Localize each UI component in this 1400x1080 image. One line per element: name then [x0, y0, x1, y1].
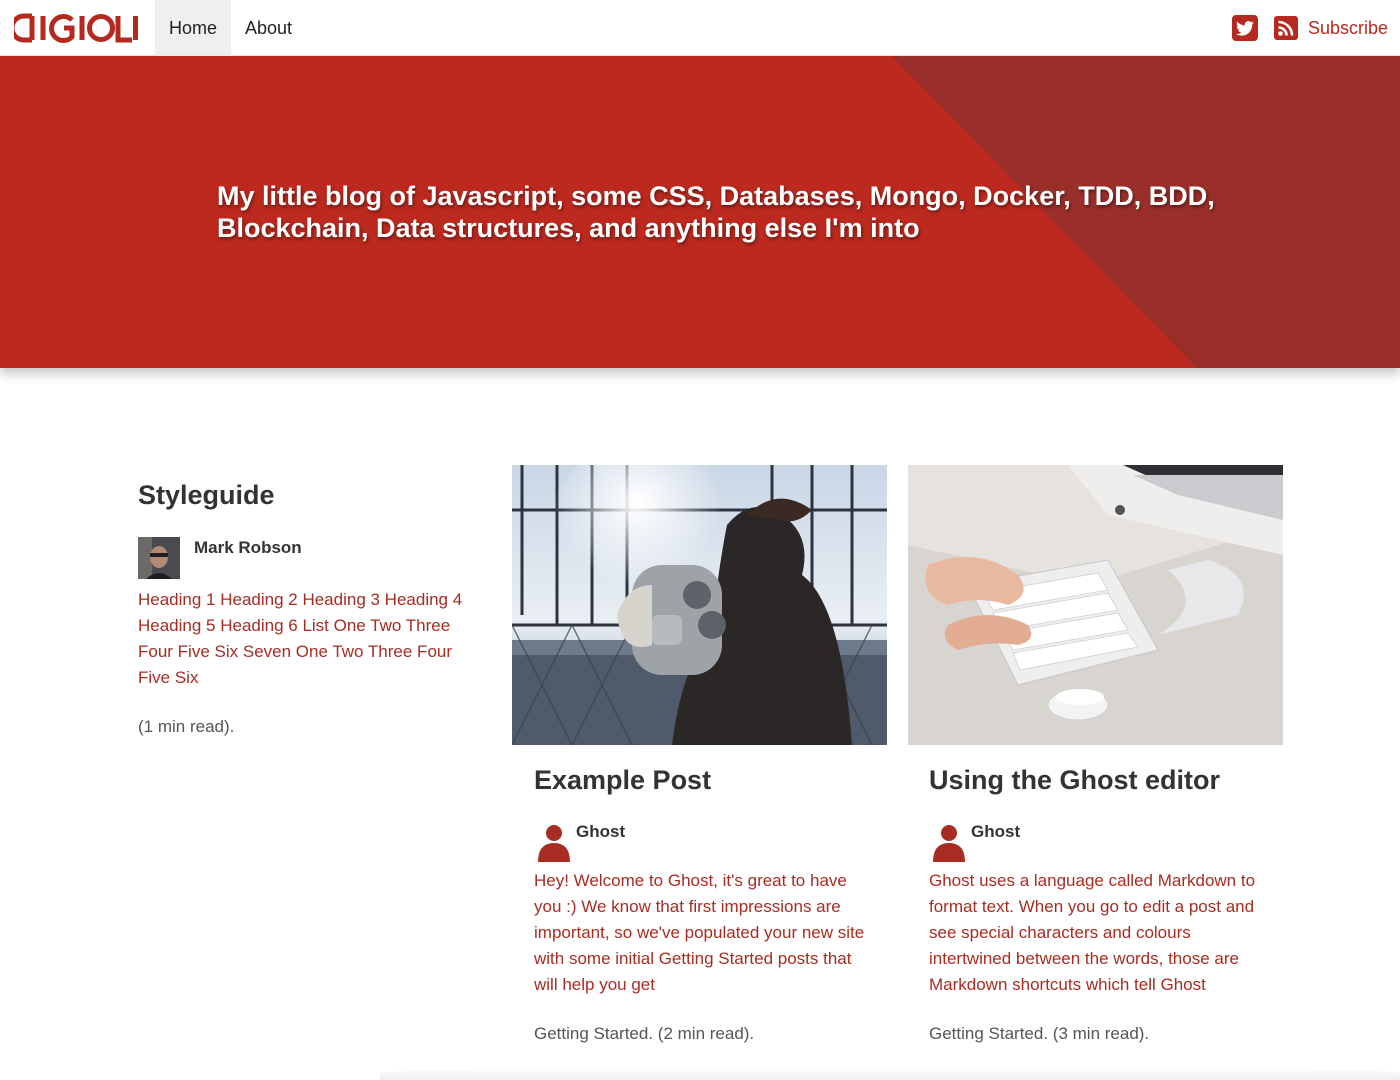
- top-navbar: Home About Subscribe: [0, 0, 1400, 56]
- author-name[interactable]: Ghost: [576, 822, 625, 842]
- post-image-binoculars[interactable]: [512, 465, 887, 745]
- header-actions: Subscribe: [1231, 0, 1388, 56]
- author-name[interactable]: Ghost: [971, 822, 1020, 842]
- post-meta: (1 min read).: [138, 717, 235, 736]
- post-card-ghost-editor: Using the Ghost editor Ghost Ghost uses …: [929, 765, 1264, 1044]
- post-excerpt[interactable]: Heading 1 Heading 2 Heading 3 Heading 4 …: [138, 587, 483, 691]
- author-avatar[interactable]: [138, 537, 180, 579]
- post-meta: Getting Started. (2 min read).: [534, 1024, 755, 1043]
- subscribe-label: Subscribe: [1307, 17, 1388, 38]
- subscribe-link[interactable]: Subscribe: [1273, 16, 1388, 40]
- post-excerpt[interactable]: Ghost uses a language called Markdown to…: [929, 868, 1264, 998]
- author-row: Ghost: [929, 822, 1264, 862]
- site-logo[interactable]: [14, 12, 138, 44]
- bottom-shadow: [380, 1066, 1400, 1080]
- post-card-example-post: Example Post Ghost Hey! Welcome to Ghost…: [534, 765, 869, 1044]
- author-row: Mark Robson: [138, 537, 483, 579]
- post-image-keyboard[interactable]: [908, 465, 1283, 745]
- digioli-logo-mark: [14, 13, 138, 43]
- hero-banner: My little blog of Javascript, some CSS, …: [0, 56, 1400, 368]
- twitter-icon[interactable]: [1231, 15, 1258, 41]
- main-nav: Home About: [155, 0, 306, 56]
- author-row: Ghost: [534, 822, 869, 862]
- author-name[interactable]: Mark Robson: [194, 538, 302, 558]
- nav-item-home[interactable]: Home: [155, 0, 232, 56]
- nav-item-about[interactable]: About: [231, 0, 306, 56]
- post-title[interactable]: Example Post: [534, 765, 869, 796]
- post-card-styleguide: Styleguide Mark Robson Heading 1 Heading…: [138, 480, 483, 737]
- post-title[interactable]: Styleguide: [138, 480, 483, 511]
- author-avatar-icon[interactable]: [534, 822, 574, 862]
- post-meta: Getting Started. (3 min read).: [929, 1024, 1150, 1043]
- rss-icon: [1273, 16, 1298, 40]
- post-excerpt[interactable]: Hey! Welcome to Ghost, it's great to hav…: [534, 868, 869, 998]
- author-avatar-icon[interactable]: [929, 822, 969, 862]
- post-title[interactable]: Using the Ghost editor: [929, 765, 1264, 796]
- hero-title: My little blog of Javascript, some CSS, …: [217, 181, 1215, 243]
